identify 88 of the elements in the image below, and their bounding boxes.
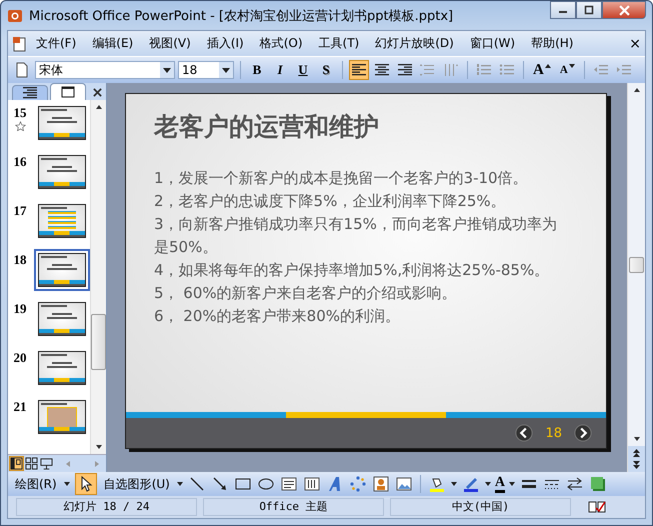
diagram-icon[interactable] [350,476,366,492]
arrow-icon[interactable] [212,476,228,492]
spelling-check-icon [587,499,607,515]
slide-bullet: 1，发展一个新客户的成本是挽留一个老客户的3-10倍。 [154,168,529,189]
caret-icon[interactable] [450,480,458,488]
slide-bullet: 3，向新客户推销成功率只有15%，而向老客户推销成功率为是50%。 [154,214,558,258]
window-title: Microsoft Office PowerPoint - [农村淘宝创业运营计划书ppt模板.pptx] [29,8,454,24]
document-icon [12,36,28,52]
menu-item[interactable]: 插入(I) [206,35,244,52]
status-field: Office 主题 [203,498,384,516]
caret-icon[interactable] [484,480,492,488]
status-field: 幻灯片 18 / 24 [16,498,197,516]
scrollbar-thumb[interactable] [91,314,106,370]
align-icon [398,64,412,76]
arrow-style-icon[interactable] [566,476,583,492]
menu-item[interactable]: 幻灯片放映(D) [375,35,454,52]
menu-item[interactable]: 视图(V) [149,35,191,52]
format-button[interactable]: I [270,60,290,80]
font-size-dropdown[interactable]: 18 [178,61,234,79]
picture-icon[interactable] [396,476,412,492]
slide-bullet: 6， 20%的老客户带来80%的利润。 [154,306,401,327]
slide-number: 16 [14,154,26,170]
app-icon [7,8,23,24]
format-button[interactable]: U [293,60,313,80]
slide-bullet: 5， 60%的新客户来自老客户的介绍或影响。 [154,283,458,304]
font-color-button[interactable]: A [494,476,505,492]
close-button[interactable] [602,1,646,19]
close-icon [618,4,630,16]
caret-icon[interactable] [62,480,71,488]
outline-icon [23,87,37,99]
normal-view-icon[interactable] [10,457,23,470]
slide-thumbnail[interactable] [34,249,90,291]
shadow-style-icon[interactable] [590,476,606,492]
menu-item[interactable]: 窗口(W) [470,35,516,52]
slide-title: 老客户的运营和维护 [154,111,380,143]
maximize-button[interactable] [576,1,602,19]
font-dropdown[interactable]: 宋体 [35,61,175,79]
fill-color-icon[interactable] [428,476,445,492]
font-size-button[interactable]: A [530,60,554,80]
font-size-button[interactable]: A [556,60,578,80]
line-color-icon[interactable] [462,476,479,492]
menu-item[interactable]: 编辑(E) [92,35,134,52]
previous-slide-icon[interactable] [628,446,645,459]
pane-tab[interactable] [12,85,48,100]
caret-icon[interactable] [176,480,184,488]
slide-bullet: 4，如果将每年的客户保持率增加5%,利润将达25%-85%。 [154,260,550,281]
slide-icon [61,86,75,98]
slide-number: 15 [14,105,26,121]
pane-tab[interactable] [50,83,86,100]
slide-number: 20 [14,350,26,366]
vertical-text-box-icon[interactable] [304,476,320,492]
draw-menu[interactable]: 绘图(R) [12,476,60,492]
align-button[interactable] [349,60,369,80]
align-icon [375,64,389,76]
pointer-icon[interactable] [76,474,96,494]
slide-show-icon[interactable] [40,457,53,470]
menu-item[interactable]: 格式(O) [260,35,303,52]
line-icon[interactable] [188,476,205,492]
rectangle-icon[interactable] [234,476,251,492]
slide-scrollbar[interactable] [627,83,645,472]
menu-item[interactable]: 工具(T) [318,35,360,52]
align-icon [352,64,366,76]
clip-art-icon[interactable] [372,476,389,492]
slide-number: 17 [14,203,26,219]
slide-number: 19 [14,301,26,317]
page-number: 18 [545,426,562,440]
text-box-icon[interactable] [280,476,297,492]
status-field: 中文(中国) [390,498,571,516]
close-document-button[interactable]: × [629,36,641,52]
maximize-icon [584,5,594,15]
next-slide-icon[interactable] [628,459,645,472]
minimize-button[interactable] [550,1,576,19]
scrollbar-thumb[interactable] [629,256,644,272]
autoshapes-menu[interactable]: 自选图形(U) [100,476,173,492]
oval-icon[interactable] [258,476,274,492]
slide-number: 18 [14,252,26,268]
new-document-icon[interactable] [14,62,30,78]
slide-bullet: 2，老客户的忠诚度下降5%，企业利润率下降25%。 [154,191,507,212]
pane-scrollbar[interactable] [90,100,106,454]
menu-item[interactable]: 文件(F) [36,35,76,52]
caret-icon[interactable] [508,480,516,488]
format-button[interactable]: B [247,60,267,80]
slide-number: 21 [14,399,26,415]
format-button[interactable]: S [316,60,336,80]
slide-sorter-icon[interactable] [25,457,38,470]
close-pane-icon[interactable] [93,88,102,97]
menu-item[interactable]: 帮助(H) [531,35,574,52]
wordart-icon[interactable] [326,476,343,492]
